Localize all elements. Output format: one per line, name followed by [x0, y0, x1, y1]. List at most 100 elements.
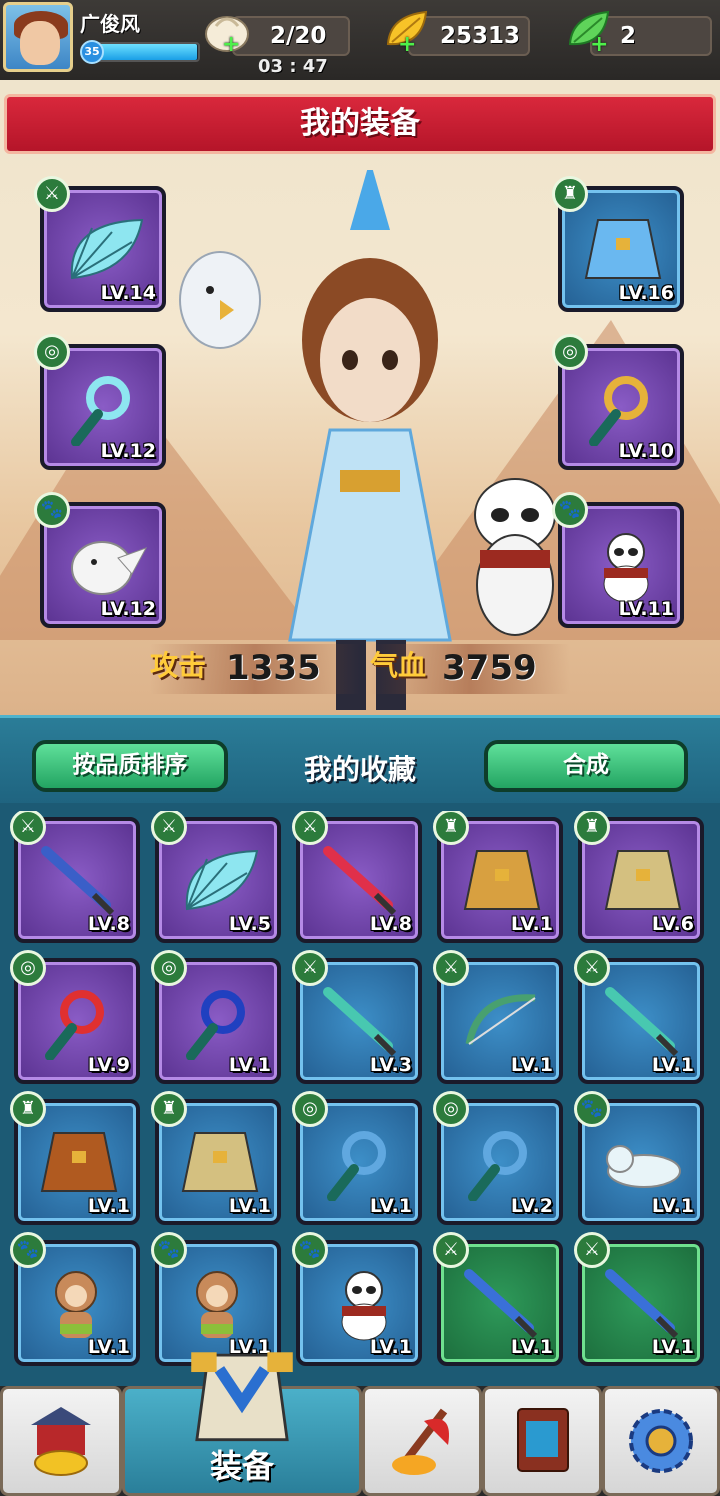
armor-item-icon: [40, 1132, 118, 1192]
pendant-item-icon: [71, 376, 130, 446]
tab-equipment[interactable]: 装备: [122, 1352, 362, 1496]
armor-type-badge-icon: ♜: [151, 1091, 187, 1127]
item-level: LV.1: [651, 1054, 694, 1076]
owl-item-icon: [71, 541, 148, 595]
panda-item-icon: [341, 1271, 387, 1341]
player-avatar[interactable]: [3, 2, 73, 72]
bottom-tab-bar: 装备: [0, 1352, 720, 1496]
add-jade-button[interactable]: +: [590, 34, 608, 56]
weapon-type-badge-icon: ⚔: [574, 950, 610, 986]
collection-title: 我的收藏: [303, 753, 416, 786]
item-level: LV.16: [618, 282, 674, 304]
weapon-type-badge-icon: ⚔: [433, 1232, 469, 1268]
battle-axe-icon: [392, 1408, 449, 1475]
tab-book[interactable]: [482, 1386, 602, 1496]
sword-item-icon: [41, 846, 115, 916]
weapon-type-badge-icon: ⚔: [574, 1232, 610, 1268]
armor-type-badge-icon: ♜: [10, 1091, 46, 1127]
armor-item-icon: [463, 850, 541, 910]
accessory-type-badge-icon: ◎: [433, 1091, 469, 1127]
tab-battle[interactable]: [362, 1386, 482, 1496]
xp-bar: [96, 42, 200, 62]
sword-item-icon: [323, 987, 397, 1057]
item-level: LV.1: [87, 1336, 130, 1358]
sword-item-icon: [464, 1269, 538, 1339]
sword-item-icon: [323, 846, 397, 916]
pendant-item-icon: [45, 990, 104, 1060]
accessory-type-badge-icon: ◎: [552, 334, 588, 370]
tab-label: 装备: [209, 1447, 274, 1485]
hero-character[interactable]: [260, 170, 480, 710]
gear-icon: [629, 1409, 693, 1473]
player-name: 广俊风: [80, 12, 140, 36]
item-level: LV.1: [510, 913, 553, 935]
jade-value: 2: [620, 23, 637, 49]
ferret-item-icon: [606, 1145, 681, 1188]
xp-bar-fill: [98, 44, 197, 60]
panda-item-icon: [603, 533, 649, 603]
gold-value: 25313: [440, 23, 521, 49]
compose-button[interactable]: 合成: [484, 740, 688, 792]
attack-value: 1335: [226, 648, 321, 688]
item-level: LV.3: [369, 1054, 412, 1076]
armor-item-icon: [604, 850, 682, 910]
pendant-gold-item-icon: [589, 376, 648, 446]
hp-value: 3759: [442, 648, 537, 688]
weapon-type-badge-icon: ⚔: [433, 950, 469, 986]
weapon-type-badge-icon: ⚔: [292, 950, 328, 986]
stamina-timer: 03 : 47: [258, 56, 328, 77]
item-level: LV.12: [100, 440, 156, 462]
item-level: LV.1: [651, 1336, 694, 1358]
tab-shop[interactable]: [0, 1386, 122, 1496]
sort-by-quality-button[interactable]: 按品质排序: [32, 740, 228, 792]
accessory-type-badge-icon: ◎: [10, 950, 46, 986]
collection-panel: 按品质排序 我的收藏 合成 LV.8 ⚔ LV.5 ⚔ LV.8 ⚔ LV.1 ♜ LV.6 ♜ L…: [0, 715, 720, 1390]
attack-label: 攻击: [150, 649, 207, 682]
pet-type-badge-icon: 🐾: [151, 1232, 187, 1268]
sword-item-icon: [605, 1269, 679, 1339]
item-level: LV.10: [618, 440, 674, 462]
item-level: LV.1: [369, 1195, 412, 1217]
panda-companion: [474, 478, 556, 636]
armor-icon: [191, 1352, 293, 1442]
item-level: LV.1: [510, 1336, 553, 1358]
item-level: LV.1: [87, 1195, 130, 1217]
book-icon: [517, 1408, 569, 1472]
tab-settings[interactable]: [602, 1386, 720, 1496]
pet-type-badge-icon: 🐾: [552, 492, 588, 528]
pendant-item-icon: [468, 1131, 527, 1201]
bow-item-icon: [465, 994, 536, 1045]
item-level: LV.1: [510, 1054, 553, 1076]
item-level: LV.11: [618, 598, 674, 620]
pendant-item-icon: [327, 1131, 386, 1201]
eagle-companion: [179, 251, 261, 349]
armor-item-icon: [181, 1132, 259, 1192]
treasure-house-icon: [31, 1407, 91, 1476]
accessory-type-badge-icon: ◎: [34, 334, 70, 370]
item-level: LV.14: [100, 282, 156, 304]
add-gold-button[interactable]: +: [398, 34, 416, 56]
pet-type-badge-icon: 🐾: [10, 1232, 46, 1268]
accessory-type-badge-icon: ◎: [151, 950, 187, 986]
item-level: LV.8: [369, 913, 412, 935]
pet-type-badge-icon: 🐾: [34, 492, 70, 528]
pet-type-badge-icon: 🐾: [574, 1091, 610, 1127]
hp-stat: 气血 3759: [370, 644, 570, 694]
hp-label: 气血: [370, 649, 427, 682]
attack-stat: 攻击 1335: [150, 644, 360, 694]
item-level: LV.9: [87, 1054, 130, 1076]
stamina-value: 2/20: [270, 23, 327, 49]
coat-item-icon: [584, 219, 662, 279]
top-status-bar: 广俊风 35 2/20 + 25313 + 2 + 03 : 47: [0, 0, 720, 80]
monkey-item-icon: [196, 1271, 238, 1338]
add-stamina-button[interactable]: +: [222, 34, 240, 56]
item-level: LV.12: [100, 598, 156, 620]
equipment-scene: 我的装备 LV.14 ⚔ LV.12 ◎ LV.12 🐾 LV.16 ♜ LV.10 ◎ LV.11…: [0, 80, 720, 715]
equipment-title-banner: 我的装备: [4, 94, 716, 154]
item-level: LV.8: [87, 913, 130, 935]
fan-item-icon: [70, 218, 144, 280]
fan-item-icon: [185, 849, 259, 911]
player-level-badge: 35: [80, 40, 104, 64]
item-level: LV.2: [510, 1195, 553, 1217]
sword-item-icon: [605, 987, 679, 1057]
